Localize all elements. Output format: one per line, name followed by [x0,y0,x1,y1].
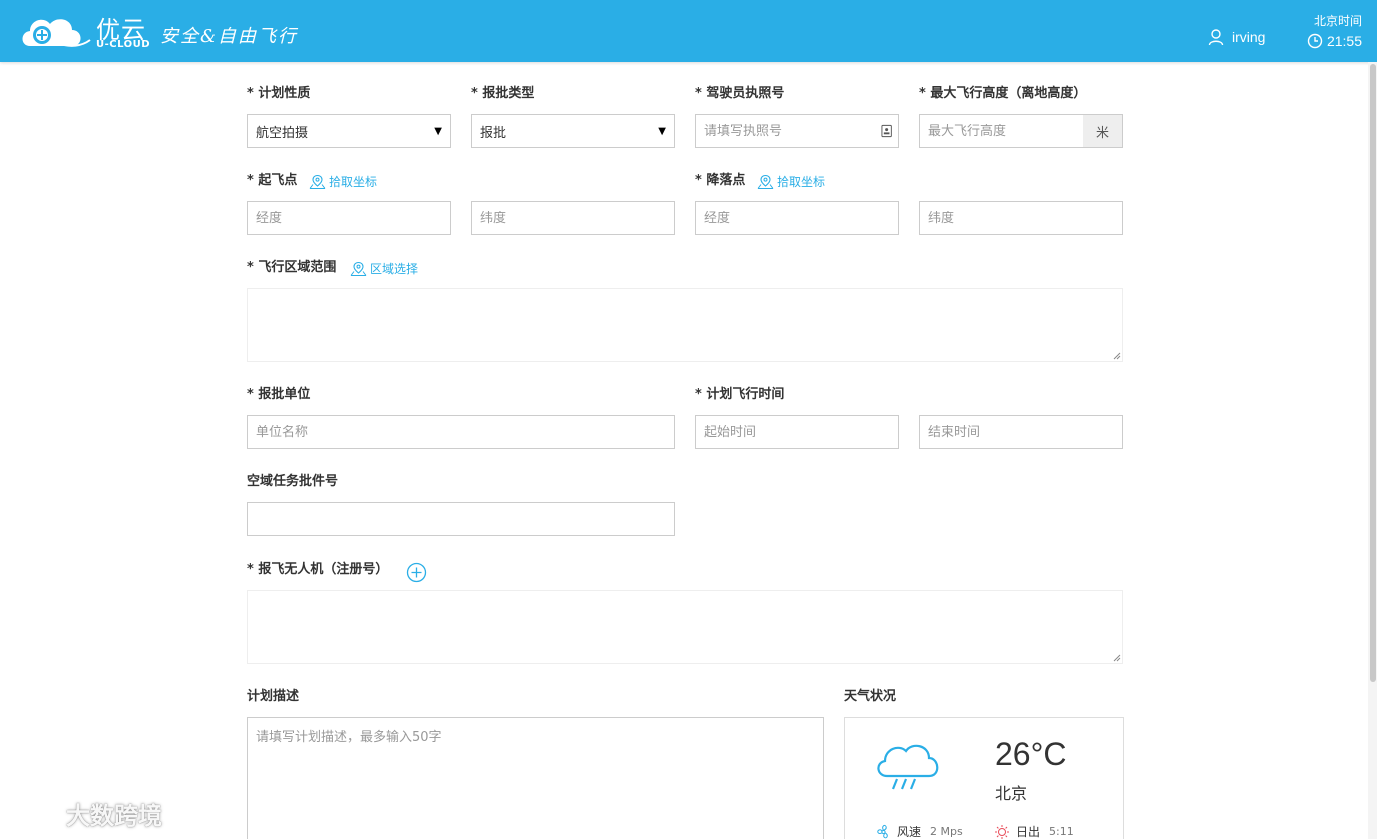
map-pin-icon [757,174,774,189]
map-pin-icon [350,261,367,276]
user-icon [1208,29,1224,46]
landing-lat-field[interactable] [919,201,1123,235]
approval-unit-input[interactable] [256,424,666,440]
flight-area-label: * 飞行区域范围 [247,260,337,275]
plan-time-label: * 计划飞行时间 [695,387,785,402]
landing-label: * 降落点 [695,173,746,188]
max-altitude-field[interactable] [919,114,1084,148]
end-time-input[interactable] [928,424,1114,440]
description-placeholder: 请填写计划描述，最多输入50字 [256,730,442,745]
plan-type-label: * 计划性质 [247,86,311,101]
plan-type-select[interactable]: 航空拍摄 ▼ [247,114,451,148]
start-time-field[interactable] [695,415,899,449]
max-altitude-label: * 最大飞行高度（离地高度） [919,86,1087,101]
approval-unit-field[interactable] [247,415,675,449]
landing-lng-input[interactable] [704,210,890,226]
weather-title: 天气状况 [844,689,897,704]
beijing-time: 北京时间 21:55 [1298,13,1362,49]
map-pin-icon [309,174,326,189]
takeoff-pick-coordinate-link[interactable]: 拾取坐标 [309,174,377,190]
cloud-rain-lightning-icon [877,744,939,790]
approval-unit-label: * 报批单位 [247,387,311,402]
wind-speed: 风速 2 Mps [875,823,963,839]
watermark-logo-icon [10,803,56,826]
description-textarea[interactable]: 请填写计划描述，最多输入50字 [247,717,824,839]
plan-type-value: 航空拍摄 [256,125,309,141]
clock-icon [1307,33,1323,49]
sunrise: 日出 5:11 [993,823,1074,839]
takeoff-lat-field[interactable] [471,201,675,235]
username: irving [1232,29,1266,45]
pilot-license-input[interactable] [704,123,881,139]
takeoff-lat-input[interactable] [480,210,666,226]
weather-city: 北京 [995,784,1028,803]
resize-handle-icon[interactable] [1113,654,1121,662]
time-label: 北京时间 [1313,14,1362,28]
add-drone-plus-icon[interactable] [406,562,427,583]
airspace-permit-field[interactable] [247,502,675,536]
id-card-icon [881,124,892,138]
sunrise-label: 日出 [1016,825,1041,839]
description-label: 计划描述 [247,689,300,704]
area-select-link[interactable]: 区域选择 [350,261,418,277]
watermark: 大数跨境 [8,796,162,831]
approval-type-value: 报批 [480,125,507,141]
takeoff-label: * 起飞点 [247,173,298,188]
sunrise-value: 5:11 [1049,825,1074,838]
airspace-permit-input[interactable] [256,511,666,527]
altitude-unit: 米 [1083,114,1123,148]
takeoff-lng-input[interactable] [256,210,442,226]
landing-pick-label: 拾取坐标 [777,175,826,189]
takeoff-lng-field[interactable] [247,201,451,235]
slogan: 安全&自由飞行 [160,26,299,47]
chevron-down-icon: ▼ [658,125,666,137]
start-time-input[interactable] [704,424,890,440]
watermark-text: 大数跨境 [66,802,162,830]
max-altitude-input[interactable] [928,123,1075,139]
area-select-label: 区域选择 [370,262,419,276]
wind-value: 2 Mps [930,825,963,838]
flight-area-textarea[interactable] [247,288,1123,362]
drones-label: * 报飞无人机（注册号） [247,562,389,577]
sun-icon [995,824,1009,839]
fan-icon [877,824,888,838]
wind-label: 风速 [897,825,922,839]
pilot-license-label: * 驾驶员执照号 [695,86,785,101]
weather-panel: 26°C 北京 风速 2 Mps 日出 5:11 [844,717,1124,839]
resize-handle-icon[interactable] [1113,352,1121,360]
chevron-down-icon: ▼ [434,125,442,137]
approval-type-label: * 报批类型 [471,86,535,101]
approval-type-select[interactable]: 报批 ▼ [471,114,675,148]
drones-textarea[interactable] [247,590,1123,664]
airspace-permit-label: 空域任务批件号 [247,474,339,489]
top-header: 优云 U-CLOUD 安全&自由飞行 irving 北京时间 21:55 [0,0,1377,62]
temperature: 26°C [995,736,1067,772]
scrollbar-thumb[interactable] [1370,64,1376,682]
pilot-license-field[interactable] [695,114,899,148]
end-time-field[interactable] [919,415,1123,449]
user-menu[interactable]: irving [1208,28,1265,46]
landing-lat-input[interactable] [928,210,1114,226]
takeoff-pick-label: 拾取坐标 [329,175,378,189]
brand-name-en: U-CLOUD [96,39,151,50]
time-value: 21:55 [1326,33,1362,49]
landing-pick-coordinate-link[interactable]: 拾取坐标 [757,174,825,190]
landing-lng-field[interactable] [695,201,899,235]
